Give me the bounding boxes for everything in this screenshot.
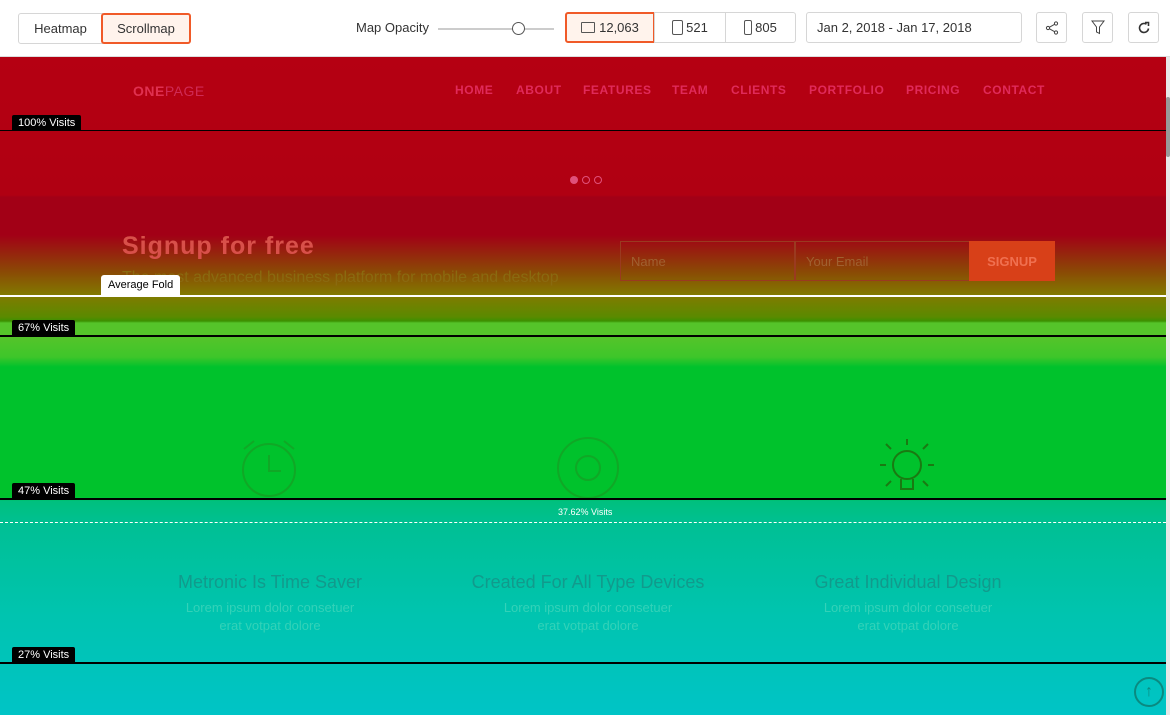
- toolbar: Heatmap Scrollmap Map Opacity 12,063 521…: [0, 0, 1170, 57]
- feature-1: Metronic Is Time Saver Lorem ipsum dolor …: [177, 572, 363, 633]
- nav-team[interactable]: TEAM: [672, 83, 708, 97]
- heatmap-tab[interactable]: Heatmap: [18, 13, 103, 44]
- signup-button[interactable]: SIGNUP: [969, 241, 1055, 281]
- alarm-clock-icon: [242, 440, 296, 497]
- tablet-filter[interactable]: 521: [654, 12, 726, 43]
- nav-clients[interactable]: CLIENTS: [731, 83, 787, 97]
- average-visits-label: 37.62% Visits: [558, 507, 613, 517]
- nav-about[interactable]: ABOUT: [516, 83, 562, 97]
- pie-chart-icon: [557, 437, 619, 499]
- scrollmap-tab[interactable]: Scrollmap: [101, 13, 191, 44]
- email-input[interactable]: Your Email: [795, 241, 970, 281]
- nav-portfolio[interactable]: PORTFOLIO: [809, 83, 884, 97]
- average-fold-label: Average Fold: [101, 275, 181, 295]
- desktop-filter[interactable]: 12,063: [565, 12, 655, 43]
- desktop-icon: [581, 22, 596, 33]
- marker-27-visits: 27% Visits: [12, 647, 76, 663]
- share-icon: [1045, 20, 1058, 35]
- average-visits-line: [0, 522, 1166, 523]
- scroll-to-top-button[interactable]: ↑: [1134, 677, 1164, 707]
- scrollmap-label: Scrollmap: [117, 21, 175, 36]
- filter-button[interactable]: [1082, 12, 1113, 43]
- scrollbar[interactable]: [1166, 57, 1170, 715]
- mobile-icon: [744, 20, 753, 35]
- marker-line-47: [0, 498, 1166, 500]
- signup-title: Signup for free: [122, 232, 315, 260]
- tablet-count: 521: [686, 20, 708, 35]
- refresh-icon: [1138, 21, 1149, 33]
- refresh-button[interactable]: [1128, 12, 1159, 43]
- marker-100-visits: 100% Visits: [12, 115, 82, 131]
- nav-home[interactable]: HOME: [455, 83, 493, 97]
- nav-features[interactable]: FEATURES: [583, 83, 652, 97]
- date-range-picker[interactable]: Jan 2, 2018 - Jan 17, 2018: [806, 12, 1022, 43]
- mobile-count: 805: [755, 20, 777, 35]
- opacity-slider[interactable]: [438, 22, 554, 35]
- average-fold-line: [0, 295, 1166, 297]
- nav-contact[interactable]: CONTACT: [983, 83, 1045, 97]
- marker-line-100: [0, 130, 1166, 131]
- arrow-up-icon: ↑: [1145, 683, 1153, 700]
- opacity-slider-handle[interactable]: [512, 22, 525, 35]
- desktop-count: 12,063: [599, 20, 639, 35]
- site-logo: ONEPAGE: [133, 83, 205, 99]
- scrollmap-overlay: ONEPAGE HOME ABOUT FEATURES TEAM CLIENTS…: [0, 57, 1166, 715]
- marker-line-27: [0, 662, 1166, 664]
- marker-67-visits: 67% Visits: [12, 320, 76, 336]
- heatmap-label: Heatmap: [34, 21, 87, 36]
- feature-2: Created For All Type Devices Lorem ipsum …: [471, 572, 705, 633]
- nav-pricing[interactable]: PRICING: [906, 83, 960, 97]
- name-input[interactable]: Name: [620, 241, 795, 281]
- filter-icon: [1090, 20, 1105, 35]
- marker-47-visits: 47% Visits: [12, 483, 76, 499]
- lightbulb-icon: [880, 439, 934, 490]
- date-range-value: Jan 2, 2018 - Jan 17, 2018: [817, 20, 972, 35]
- carousel-dots[interactable]: [570, 176, 602, 184]
- tablet-icon: [672, 20, 684, 35]
- marker-line-67: [0, 335, 1166, 337]
- share-button[interactable]: [1036, 12, 1067, 43]
- mobile-filter[interactable]: 805: [725, 12, 796, 43]
- signup-subtitle: The most advanced business platform for …: [122, 269, 559, 286]
- feature-3: Great Individual Design Lorem ipsum dolor…: [814, 572, 1002, 633]
- map-opacity-label: Map Opacity: [356, 20, 429, 35]
